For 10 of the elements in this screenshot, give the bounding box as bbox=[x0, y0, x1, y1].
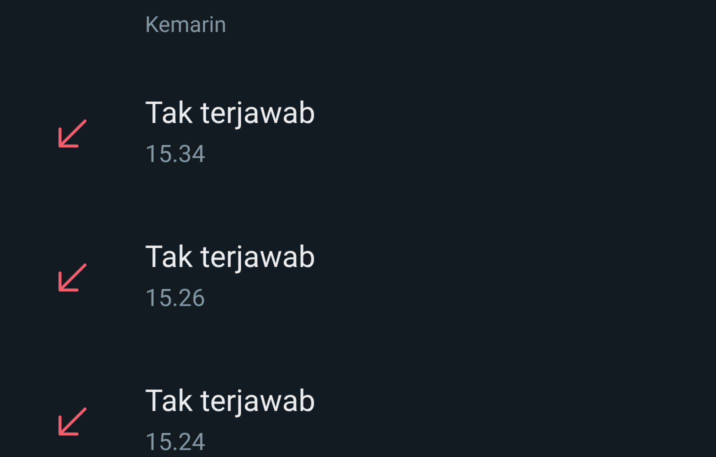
arrow-down-left-icon bbox=[56, 263, 86, 293]
arrow-down-left-icon bbox=[56, 407, 86, 437]
arrow-down-left-icon bbox=[56, 119, 86, 149]
call-time: 15.26 bbox=[145, 282, 206, 312]
call-title: Tak terjawab bbox=[145, 96, 316, 132]
call-time: 15.24 bbox=[145, 426, 206, 456]
call-title: Tak terjawab bbox=[145, 384, 316, 420]
call-title: Tak terjawab bbox=[145, 240, 316, 276]
call-time: 15.34 bbox=[145, 138, 206, 168]
section-header: Kemarin bbox=[145, 13, 226, 38]
